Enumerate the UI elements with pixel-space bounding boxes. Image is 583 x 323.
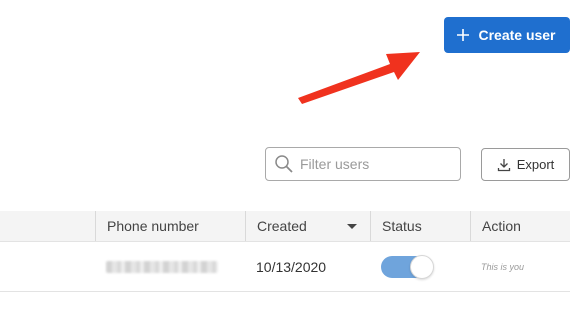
sort-descending-icon <box>347 224 357 229</box>
column-header-phone-number[interactable]: Phone number <box>95 211 245 241</box>
export-label: Export <box>516 157 555 172</box>
status-toggle[interactable] <box>381 254 434 279</box>
create-user-label: Create user <box>478 27 556 43</box>
filter-users-input[interactable] <box>300 156 450 172</box>
create-user-button[interactable]: Create user <box>444 17 570 53</box>
table-header: Phone number Created Status Action <box>0 211 570 242</box>
toggle-knob <box>410 254 434 279</box>
table-row: 10/13/2020 This is you <box>0 242 570 292</box>
status-cell <box>381 242 434 291</box>
action-cell: This is you <box>481 261 525 272</box>
column-header-status[interactable]: Status <box>370 211 470 241</box>
annotation-arrow <box>298 52 420 104</box>
redacted-phone-number <box>106 260 218 273</box>
plus-icon <box>456 28 470 42</box>
created-date-cell: 10/13/2020 <box>256 258 327 275</box>
column-header-created[interactable]: Created <box>245 211 370 241</box>
phone-number-cell <box>106 242 218 291</box>
download-icon <box>497 158 511 172</box>
column-header-action[interactable]: Action <box>470 211 570 241</box>
search-icon <box>274 154 294 174</box>
filter-users-field[interactable] <box>265 147 461 181</box>
export-button[interactable]: Export <box>481 148 570 181</box>
